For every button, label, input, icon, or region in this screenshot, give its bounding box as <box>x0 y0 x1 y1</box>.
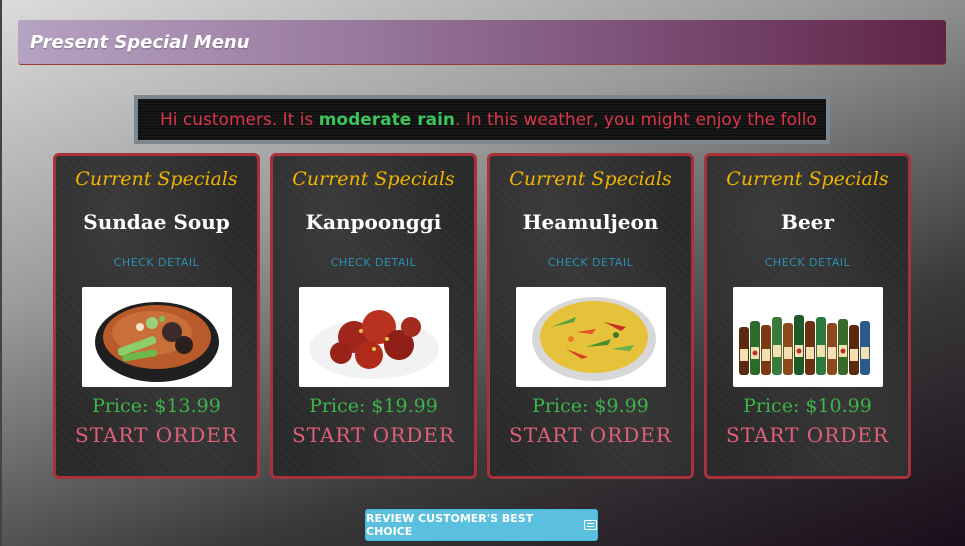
check-detail-link[interactable]: CHECK DETAIL <box>707 256 908 269</box>
card-price: Price: $19.99 <box>309 395 438 417</box>
weather-marquee: Hi customers. It is moderate rain. In th… <box>134 95 830 144</box>
card-item-name: Beer <box>781 210 834 234</box>
chicken-image <box>298 287 449 387</box>
start-order-button[interactable]: START ORDER <box>707 423 908 447</box>
beer-image <box>732 287 883 387</box>
review-best-choice-button[interactable]: REVIEW CUSTOMER'S BEST CHOICE <box>365 509 598 541</box>
start-order-button[interactable]: START ORDER <box>490 423 691 447</box>
soup-image <box>81 287 232 387</box>
special-card-sundae-soup: Current Specials Sundae Soup CHECK DETAI… <box>53 153 260 479</box>
card-heading: Current Specials <box>726 168 889 190</box>
card-price: Price: $9.99 <box>532 395 649 417</box>
card-heading: Current Specials <box>75 168 238 190</box>
card-item-name: Sundae Soup <box>83 210 230 234</box>
card-item-name: Heamuljeon <box>522 210 659 234</box>
weather-condition: moderate rain <box>318 109 456 130</box>
pancake-image <box>515 287 666 387</box>
review-button-label: REVIEW CUSTOMER'S BEST CHOICE <box>366 512 534 538</box>
start-order-button[interactable]: START ORDER <box>56 423 257 447</box>
card-price: Price: $10.99 <box>743 395 872 417</box>
check-detail-link[interactable]: CHECK DETAIL <box>56 256 257 269</box>
specials-cards: Current Specials Sundae Soup CHECK DETAI… <box>53 153 913 479</box>
card-heading: Current Specials <box>509 168 672 190</box>
marquee-suffix: . In this weather, you might enjoy the f… <box>455 109 817 130</box>
marquee-prefix: Hi customers. It is <box>160 109 319 130</box>
special-card-beer: Current Specials Beer CHECK DETAIL Price… <box>704 153 911 479</box>
marquee-text: Hi customers. It is moderate rain. In th… <box>138 110 817 130</box>
card-heading: Current Specials <box>292 168 455 190</box>
check-detail-link[interactable]: CHECK DETAIL <box>490 256 691 269</box>
card-item-name: Kanpoonggi <box>305 210 442 234</box>
check-detail-link[interactable]: CHECK DETAIL <box>273 256 474 269</box>
list-icon <box>584 520 597 530</box>
start-order-button[interactable]: START ORDER <box>273 423 474 447</box>
special-card-kanpoonggi: Current Specials Kanpoonggi CHECK DETAIL… <box>270 153 477 479</box>
header-bar: Present Special Menu <box>18 20 946 65</box>
special-card-heamuljeon: Current Specials Heamuljeon CHECK DETAIL… <box>487 153 694 479</box>
page-title: Present Special Menu <box>30 31 250 53</box>
card-price: Price: $13.99 <box>92 395 221 417</box>
